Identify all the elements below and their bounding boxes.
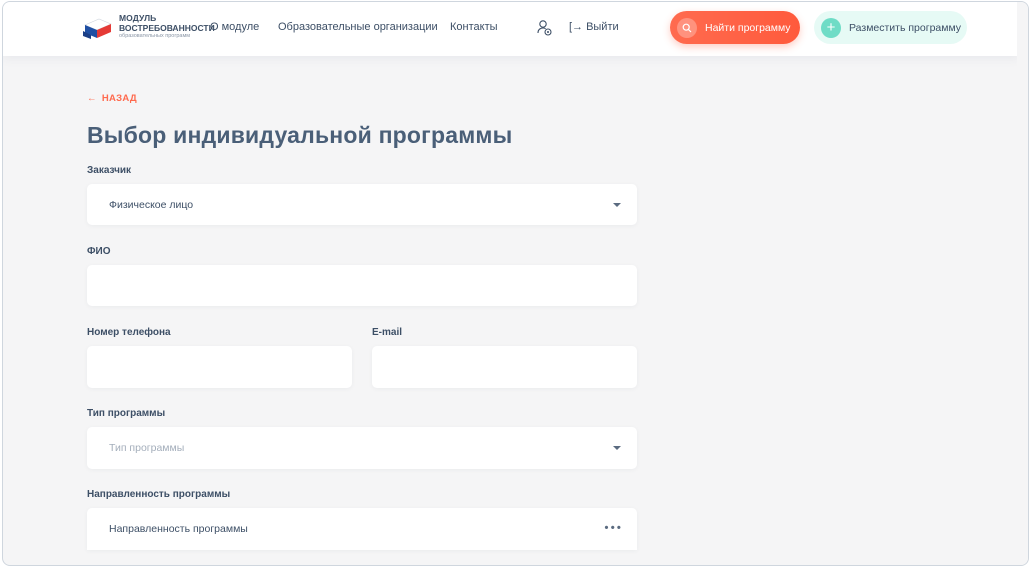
nav-link-organizations[interactable]: Образовательные организации (278, 21, 438, 33)
fio-input[interactable] (87, 265, 637, 306)
plus-icon: + (821, 17, 841, 38)
email-input[interactable] (372, 346, 637, 388)
program-direction-label: Направленность программы (87, 489, 231, 500)
chevron-down-icon (613, 446, 621, 450)
logo-title-line2: ВОСТРЕБОВАННОСТИ (119, 23, 215, 33)
page-title: Выбор индивидуальной программы (87, 122, 513, 148)
logo-subtitle: образовательных программ (119, 33, 191, 39)
email-label: E-mail (372, 327, 403, 338)
place-program-button[interactable]: + Разместить программу (814, 11, 967, 44)
phone-input[interactable] (87, 346, 352, 388)
logout-icon: [→ (569, 21, 584, 33)
fio-label: ФИО (87, 246, 111, 257)
phone-field-wrapper (87, 346, 352, 388)
find-program-label: Найти программу (705, 21, 791, 34)
back-label: НАЗАД (101, 93, 137, 104)
back-link[interactable]: ← НАЗАД (87, 93, 137, 104)
more-dots-icon[interactable]: ••• (604, 521, 623, 535)
program-direction-select[interactable]: Направленность программы ••• (87, 508, 637, 550)
place-program-label: Разместить программу (849, 21, 962, 34)
customer-select-value: Физическое лицо (109, 198, 194, 211)
customer-label: Заказчик (87, 165, 132, 176)
header: МОДУЛЬ ВОСТРЕБОВАННОСТИ образовательных … (3, 2, 1019, 56)
logout-link[interactable]: [→ Выйти (569, 21, 619, 33)
phone-label: Номер телефона (87, 327, 171, 338)
scrollbar[interactable] (1017, 2, 1028, 565)
logout-label: Выйти (586, 21, 619, 33)
program-direction-placeholder: Направленность программы (109, 523, 248, 535)
email-field-wrapper (372, 346, 637, 388)
logo-title-line1: МОДУЛЬ (119, 13, 157, 23)
logo-mark-icon (83, 18, 112, 39)
program-type-select[interactable]: Тип программы (87, 427, 637, 469)
find-program-button[interactable]: Найти программу (670, 11, 800, 44)
nav-link-about[interactable]: О модуле (210, 21, 259, 33)
program-type-label: Тип программы (87, 408, 166, 419)
nav-link-contacts[interactable]: Контакты (450, 21, 498, 33)
search-icon (677, 17, 697, 38)
fio-field-wrapper (87, 265, 637, 306)
customer-select[interactable]: Физическое лицо (87, 184, 637, 225)
arrow-left-icon: ← (87, 93, 97, 104)
chevron-down-icon (613, 202, 621, 207)
app-frame: МОДУЛЬ ВОСТРЕБОВАННОСТИ образовательных … (2, 1, 1029, 566)
user-settings-icon[interactable] (537, 19, 553, 37)
logo[interactable]: МОДУЛЬ ВОСТРЕБОВАННОСТИ образовательных … (81, 13, 215, 43)
program-type-placeholder: Тип программы (109, 442, 185, 454)
